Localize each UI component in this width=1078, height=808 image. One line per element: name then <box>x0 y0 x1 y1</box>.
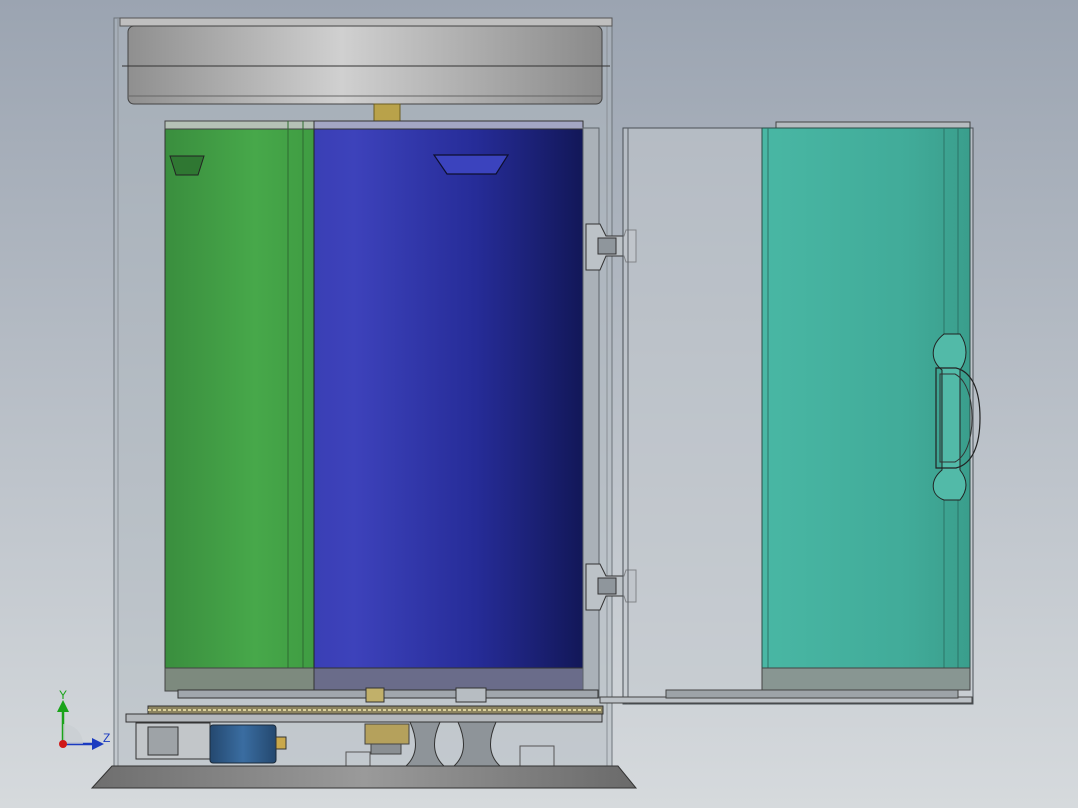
cad-viewport[interactable]: Y Z <box>0 0 1078 808</box>
divider-panel <box>582 127 600 699</box>
teal-bin <box>761 127 971 691</box>
green-bin <box>164 120 316 692</box>
top-lid <box>119 17 613 105</box>
bearing-right <box>455 687 487 703</box>
y-axis-label: Y <box>59 688 67 702</box>
blue-bin-handle-icon[interactable] <box>432 154 510 175</box>
bearing-left <box>365 687 385 703</box>
z-axis-label: Z <box>103 731 110 745</box>
green-bin-handle-icon[interactable] <box>169 155 205 176</box>
drive-motor <box>135 722 287 764</box>
center-shaft <box>373 103 401 123</box>
base-platform <box>90 765 638 789</box>
coordinate-triad: Y Z <box>57 688 110 750</box>
blue-bin <box>313 120 584 692</box>
base-plate <box>125 689 973 723</box>
model-canvas[interactable]: Y Z <box>0 0 1078 808</box>
